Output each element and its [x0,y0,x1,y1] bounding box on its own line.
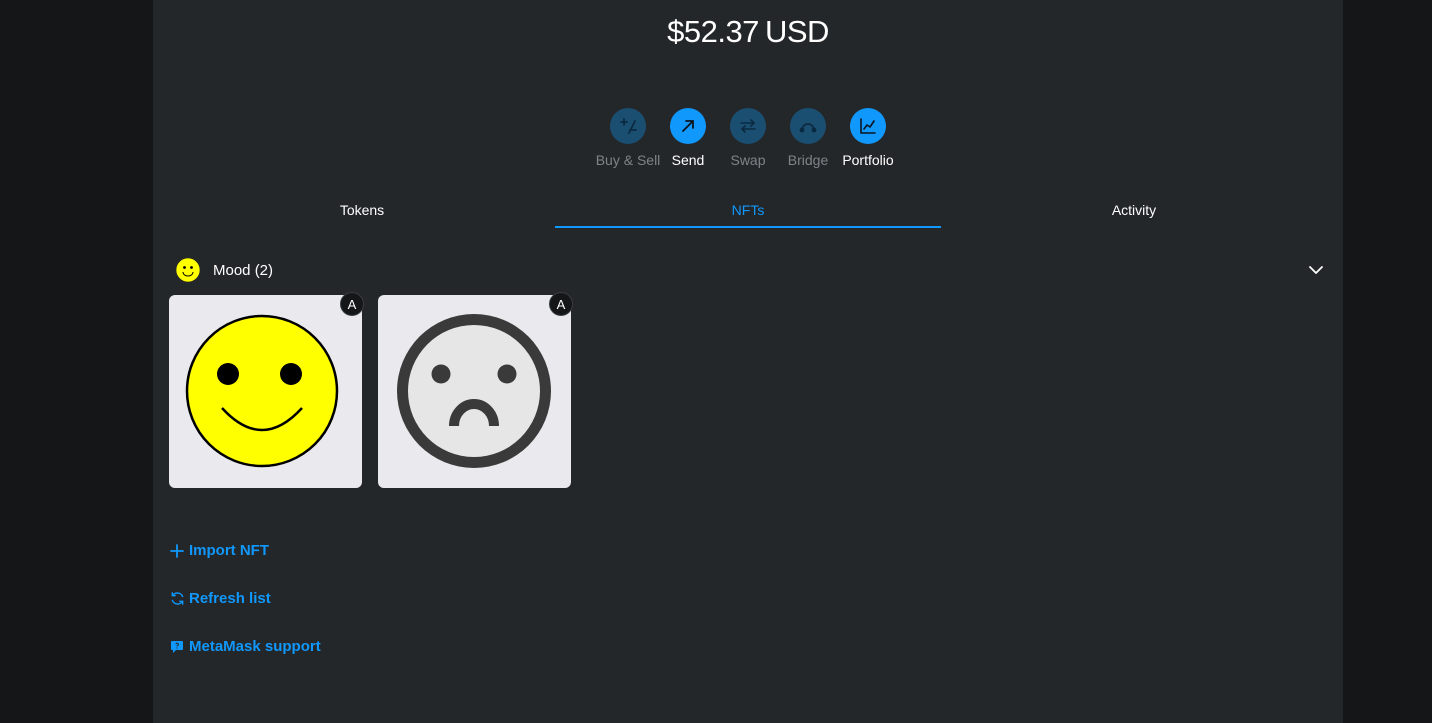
nft-card-smiley[interactable]: A [169,292,364,488]
swap-label: Swap [730,152,766,168]
send-label: Send [671,152,705,168]
import-nft-label: Import NFT [189,542,269,559]
import-nft-link[interactable]: Import NFT [169,542,269,559]
plus-minus-icon [610,108,646,144]
portfolio-label: Portfolio [842,152,894,168]
chevron-down-icon[interactable] [1307,261,1325,279]
balance-amount: $52.37 [667,14,759,49]
collection-name: Mood (2) [213,261,274,279]
smiley-face-image [185,314,339,468]
tab-bar: Tokens NFTs Activity [169,190,1327,228]
arrow-up-right-icon [670,108,706,144]
swap-arrows-icon [730,108,766,144]
refresh-list-label: Refresh list [189,590,271,607]
bridge-label: Bridge [787,152,829,168]
nft-grid: A A [169,292,573,488]
tab-tokens[interactable]: Tokens [169,190,555,228]
plus-icon [169,543,185,559]
swap-button[interactable]: Swap [718,108,778,168]
bridge-icon [790,108,826,144]
bridge-button[interactable]: Bridge [778,108,838,168]
chart-icon [850,108,886,144]
collection-header[interactable]: Mood (2) [175,257,1325,283]
tab-nfts[interactable]: NFTs [555,190,941,228]
metamask-support-label: MetaMask support [189,638,321,655]
metamask-support-link[interactable]: MetaMask support [169,638,321,655]
portfolio-button[interactable]: Portfolio [838,108,898,168]
sad-face-image [397,314,551,468]
refresh-list-link[interactable]: Refresh list [169,590,271,607]
tab-activity[interactable]: Activity [941,190,1327,228]
nft-card-sad[interactable]: A [378,292,573,488]
support-chat-icon [169,639,185,655]
buy-sell-label: Buy & Sell [595,152,661,168]
action-bar: Buy & Sell Send Swap Bridge Portfolio [153,108,1343,168]
balance-display: $52.37 USD [153,14,1343,50]
balance-currency: USD [764,14,829,49]
refresh-icon [169,591,185,607]
smiley-icon [175,257,201,283]
send-button[interactable]: Send [658,108,718,168]
wallet-panel: $52.37 USD Buy & Sell Send Swap Bridge P… [153,0,1343,723]
nft-badge: A [340,292,364,316]
buy-sell-button[interactable]: Buy & Sell [595,108,661,168]
nft-badge: A [549,292,573,316]
